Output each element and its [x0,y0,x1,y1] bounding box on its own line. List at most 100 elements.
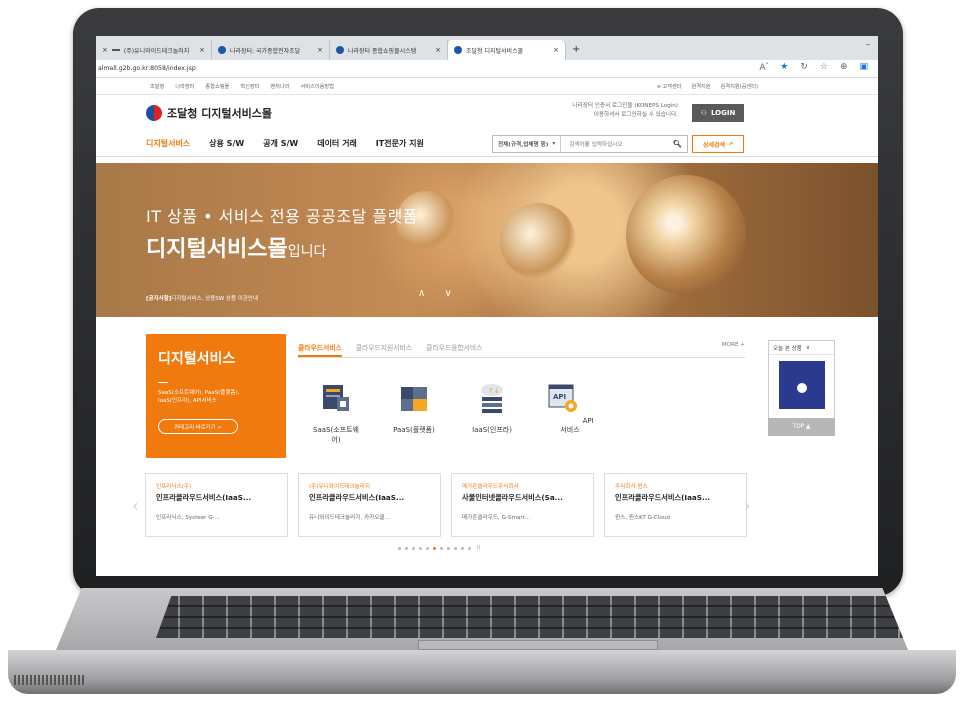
pause-icon[interactable]: II [477,546,480,551]
chevron-left-icon[interactable]: ‹ [132,496,138,515]
utility-nav: 조달청 나라장터 종합쇼핑몰 혁신장터 벤처나라 서비스이용방법 e-고객센터 … [96,78,878,95]
touchpad [418,640,658,650]
search-category-select[interactable]: 전체(규격,업체명 등) ▾ [493,136,562,152]
laptop-deck [56,588,908,650]
chevron-down-icon: ▾ [552,141,556,147]
favorite-star-icon[interactable]: ★ [780,62,788,73]
chevron-right-icon[interactable]: › [744,496,750,515]
banner-title: 디지털서비스몰입니다 [146,237,327,262]
carousel-dot[interactable] [461,547,464,550]
profile-icon[interactable]: ▣ [859,62,868,73]
search-input[interactable]: 검색어를 입력하십시오 [561,140,673,148]
chevron-down-icon[interactable]: ∨ [806,345,810,351]
util-link[interactable]: 서비스이용방법 [300,83,333,90]
banner-subtitle: IT 상품 • 서비스 전용 공공조달 플랫폼 [146,207,419,226]
refresh-icon[interactable]: ↻ [800,62,808,73]
util-link[interactable]: 조달청 [150,83,164,90]
favicon-icon [336,46,344,54]
favorites-icon[interactable]: ☆ [820,62,828,73]
nav-item-digital-service[interactable]: 디지털서비스 [146,138,190,149]
nav-item-data-trade[interactable]: 데이터 거래 [317,138,357,149]
util-link[interactable]: 원격지원(공센터) [721,83,758,90]
util-link[interactable]: 종합쇼핑몰 [205,83,229,90]
site-header: 조달청 디지털서비스몰 나라장터 인증서 로그인을 (KONEPS Login)… [96,95,878,131]
top-button[interactable]: TOP ▲ [768,418,835,436]
collections-icon[interactable]: ⊕ [840,62,848,73]
service-api[interactable]: API API서비스 [544,381,596,445]
carousel-pagination: II [398,546,480,551]
browser-tab[interactable]: 나라장터 종합쇼핑몰시스템 × [330,40,448,60]
laptop-base [0,588,964,706]
carousel-dot[interactable] [454,547,457,550]
minimize-icon[interactable]: – [866,40,870,49]
more-link[interactable]: MORE + [722,342,745,348]
close-icon[interactable]: × [435,46,441,54]
divider [158,382,168,383]
svg-text:↑↓: ↑↓ [488,387,500,395]
nav-item-it-expert[interactable]: IT전문가 지원 [376,138,424,149]
service-saas[interactable]: SaaS(소프트웨어) [310,381,362,445]
banner-notice[interactable]: [공지사항]디지털서비스, 상용SW 상품 이관안내 [146,294,258,302]
digital-service-box: 디지털서비스 SaaS(소프트웨어), PaaS(플랫폼), IaaS(인프라)… [146,334,286,458]
tab-cloud-convergence[interactable]: 클라우드융합서비스 [426,336,482,357]
service-tabs: 클라우드서비스 클라우드지원서비스 클라우드융합서비스 MORE + [298,336,745,358]
keyboard [156,596,908,638]
carousel-dot[interactable] [398,547,401,550]
carousel-dot[interactable] [440,547,443,550]
login-button[interactable]: ⚇ LOGIN [692,104,744,122]
util-link[interactable]: 벤처나라 [270,83,289,90]
product-card[interactable]: 메가존클라우드주식회사 사물인터넷클라우드서비스(Sa... 메가존클라우드, … [451,473,594,537]
main-nav: 디지털서비스 상용 S/W 공개 S/W 데이터 거래 IT전문가 지원 전체(… [96,131,878,157]
new-tab-icon[interactable]: + [572,40,580,60]
recent-product-thumbnail[interactable] [778,361,825,409]
carousel-dot[interactable] [447,547,450,550]
close-icon[interactable]: × [199,46,205,54]
iaas-server-icon: ↑↓ [481,384,503,413]
close-icon[interactable]: × [317,46,323,54]
detail-search-button[interactable]: 상세검색 ↗ [692,135,744,153]
browser-tab-active[interactable]: 조달청 디지털서비스몰 × [448,40,566,60]
close-icon[interactable]: × [553,46,559,54]
carousel-dot[interactable] [433,547,436,550]
login-note: 나라장터 인증서 로그인을 (KONEPS Login) 이용하셔서 로그인하실… [572,103,678,118]
product-card[interactable]: (주)유니와이드테크놀러지 인프라클라우드서비스(IaaS... 유니와이드테크… [298,473,441,537]
product-cards: 인프라닉스(주) 인프라클라우드서비스(IaaS... 인프라닉스, Syste… [145,473,747,537]
banner-nav-arrows[interactable]: ∧ ∨ [418,288,460,299]
laptop-front [8,650,956,694]
util-link[interactable]: 나라장터 [175,83,194,90]
util-link[interactable]: e-고객센터 [657,83,681,90]
tab-cloud-support[interactable]: 클라우드지원서비스 [356,336,412,357]
globe-image [626,175,746,295]
search-box: 전체(규격,업체명 등) ▾ 검색어를 입력하십시오 🔍︎ [492,135,688,153]
search-icon[interactable]: 🔍︎ [673,140,687,148]
browser-tab[interactable]: 나라장터: 국가종합전자조달 × [212,40,330,60]
nav-item-commercial-sw[interactable]: 상용 S/W [209,138,244,149]
carousel-dot[interactable] [419,547,422,550]
hero-banner[interactable]: IT 상품 • 서비스 전용 공공조달 플랫폼 디지털서비스몰입니다 [공지사항… [96,163,878,317]
taeguk-logo-icon [146,105,162,121]
read-aloud-icon[interactable]: Aᐞ [759,62,768,73]
carousel-dot[interactable] [426,547,429,550]
product-card[interactable]: 주식회사 윈스 인프라클라우드서비스(IaaS... 윈스, 윈스KT G-Cl… [604,473,747,537]
site-logo[interactable]: 조달청 디지털서비스몰 [146,105,272,121]
api-gear-icon: API [548,384,578,412]
user-icon: ⚇ [700,109,707,117]
service-iaas[interactable]: ↑↓ IaaS(인프라) [466,381,518,445]
product-card[interactable]: 인프라닉스(주) 인프라클라우드서비스(IaaS... 인프라닉스, Syste… [145,473,288,537]
tab-cloud-service[interactable]: 클라우드서비스 [298,336,342,357]
browser-tab[interactable]: × (주)유니와이드테크놀러지 × [96,40,212,60]
carousel-dot[interactable] [405,547,408,550]
util-link[interactable]: 원격지원 [691,83,710,90]
nav-item-open-sw[interactable]: 공개 S/W [263,138,298,149]
favicon-icon [111,49,120,51]
close-icon[interactable]: × [102,46,108,54]
util-link[interactable]: 혁신장터 [240,83,259,90]
favicon-icon [218,46,226,54]
decorative-orb [500,203,576,279]
category-shortcut-button[interactable]: 카테고리 바로가기 > [158,419,238,434]
carousel-dot[interactable] [412,547,415,550]
carousel-dot[interactable] [468,547,471,550]
service-paas[interactable]: PaaS(플랫폼) [388,381,440,445]
address-bar[interactable]: almall.g2b.go.kr:8058/index.jsp Aᐞ ★ ↻ ☆… [96,60,878,78]
screen: × (주)유니와이드테크놀러지 × 나라장터: 국가종합전자조달 × 나라장터 종합쇼… [96,36,878,576]
